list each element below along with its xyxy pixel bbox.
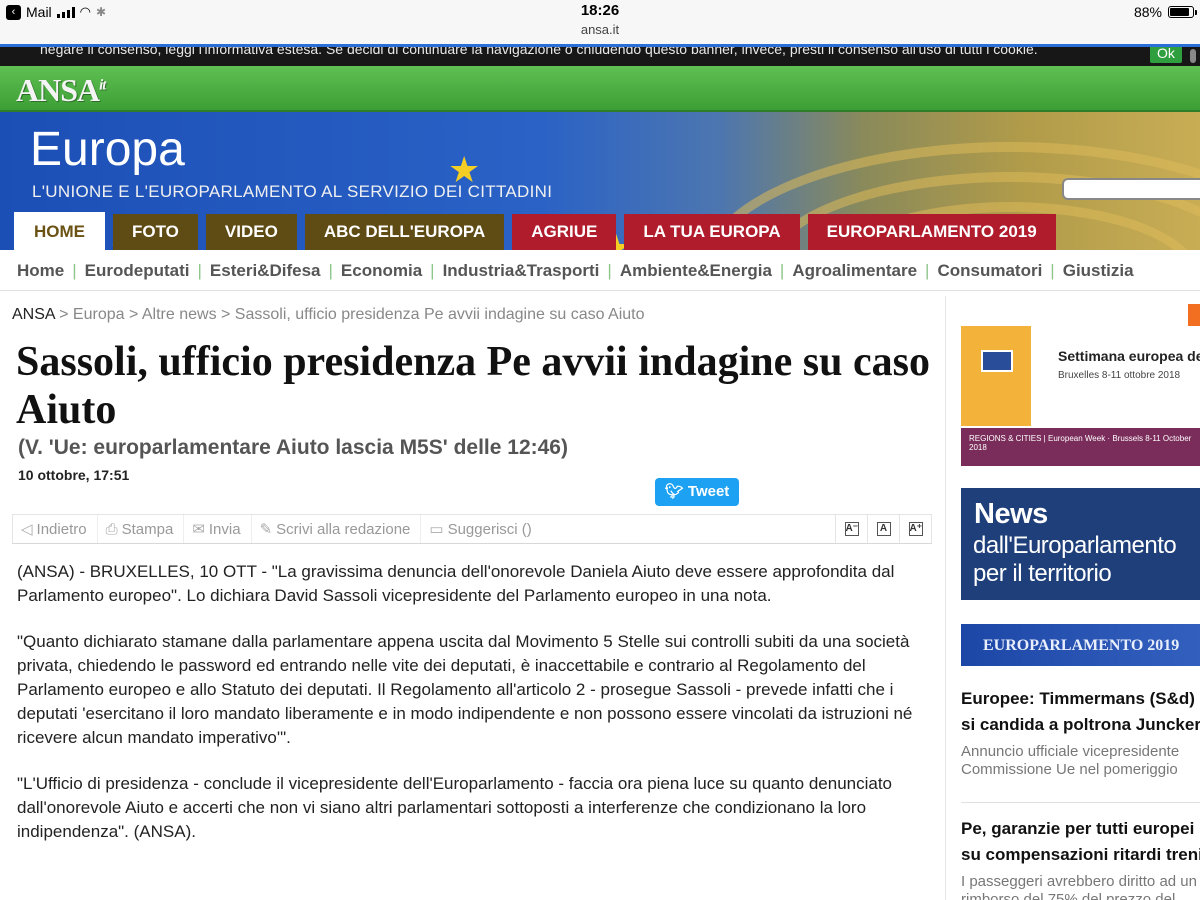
ad2-news: News <box>974 498 1048 530</box>
search-input[interactable] <box>1062 178 1200 200</box>
category-home[interactable]: Home <box>0 261 72 281</box>
envelope-icon: ✉ <box>192 521 205 538</box>
ad1-footer: REGIONS & CITIES | European Week · Bruss… <box>961 428 1200 466</box>
print-label: Stampa <box>121 520 174 538</box>
sidebar-news-title[interactable]: Europee: Timmermans (S&d) si candida a p… <box>961 686 1200 738</box>
banner-title: Europa <box>30 123 185 176</box>
article-headline: Sassoli, ufficio presidenza Pe avvii ind… <box>16 339 930 433</box>
sidebar-news-summary: I passeggeri avrebbero diritto ad un rim… <box>961 873 1197 900</box>
article-toolbar: ◁ Indietro ⎙ Stampa ✉ Invia ✎ Scrivi alla re… <box>12 514 932 544</box>
category-agroalimentare[interactable]: Agroalimentare <box>784 261 925 281</box>
speech-bubble-icon: ▭ <box>429 521 444 538</box>
article-paragraph: (ANSA) - BRUXELLES, 10 OTT - "La graviss… <box>17 562 895 605</box>
ad1-top: Settimana europea de Bruxelles 8-11 otto… <box>961 326 1200 428</box>
committee-regions-logo <box>961 326 1031 426</box>
breadcrumb-path[interactable]: > Europa > Altre news > Sassoli, ufficio… <box>55 306 644 323</box>
category-esteri-difesa[interactable]: Esteri&Difesa <box>202 261 329 281</box>
category-ambiente-energia[interactable]: Ambiente&Energia <box>612 261 780 281</box>
category-giustizia[interactable]: Giustizia <box>1055 261 1142 281</box>
category-consumatori[interactable]: Consumatori <box>929 261 1050 281</box>
tab-home[interactable]: HOME <box>14 212 105 250</box>
tab-foto[interactable]: FOTO <box>113 214 198 250</box>
cookie-text: negare il consenso, leggi l'informativa … <box>40 44 1038 57</box>
font-size-controls: A⁻ A A⁺ <box>835 515 931 543</box>
article-paragraph: "L'Ufficio di presidenza - conclude il v… <box>17 774 893 841</box>
status-bar: ‹ Mail ◠ ✱ 18:26 ansa.it 88% <box>0 0 1200 44</box>
ad-news-europarlamento[interactable]: News dall'Europarlamento per il territor… <box>961 488 1200 600</box>
font-increase-icon: A⁺ <box>908 522 923 536</box>
article-paragraph: "Quanto dichiarato stamane dalla parlame… <box>17 632 913 747</box>
suggest-label: Suggerisci () <box>447 520 532 538</box>
banner-subtitle: L'UNIONE E L'EUROPARLAMENTO AL SERVIZIO … <box>32 182 553 201</box>
font-decrease-button[interactable]: A⁻ <box>835 515 867 543</box>
sidebar-news-summary: Annuncio ufficiale vicepresidente Commis… <box>961 743 1180 778</box>
section-title: EUROPARLAMENTO 2019 <box>983 637 1180 654</box>
ad1-footer-text: REGIONS & CITIES | European Week · Bruss… <box>969 434 1192 452</box>
send-button[interactable]: ✉ Invia <box>184 515 252 543</box>
breadcrumb: ANSA > Europa > Altre news > Sassoli, uf… <box>12 306 645 324</box>
section-tabs: HOME FOTO VIDEO ABC DELL'EUROPA AGRIUE L… <box>14 212 1056 250</box>
ad2-line3: per il territorio <box>973 560 1112 587</box>
cookie-banner: negare il consenso, leggi l'informativa … <box>0 44 1200 66</box>
category-nav: Home | Eurodeputati | Esteri&Difesa | Econo… <box>0 252 1200 290</box>
sidebar-divider <box>961 802 1200 803</box>
printer-icon: ⎙ <box>105 520 118 538</box>
column-divider <box>945 296 946 900</box>
eu-flag-icon <box>981 350 1013 372</box>
sidebar-news-item[interactable]: Pe, garanzie per tutti europei su compen… <box>961 816 1200 900</box>
article-date: 10 ottobre, 17:51 <box>18 467 130 483</box>
cookie-scrollbar[interactable] <box>1190 49 1196 63</box>
article-subtitle[interactable]: (V. 'Ue: europarlamentare Aiuto lascia M… <box>18 436 568 460</box>
write-editor-button[interactable]: ✎ Scrivi alla redazione <box>252 515 422 543</box>
ad-european-week[interactable]: Settimana europea de Bruxelles 8-11 otto… <box>961 326 1200 466</box>
site-header: ANSAit <box>0 66 1200 112</box>
article-body: (ANSA) - BRUXELLES, 10 OTT - "La graviss… <box>17 560 929 866</box>
sidebar-news-title[interactable]: Pe, garanzie per tutti europei su compen… <box>961 816 1200 868</box>
print-button[interactable]: ⎙ Stampa <box>98 515 185 543</box>
category-eurodeputati[interactable]: Eurodeputati <box>77 261 198 281</box>
clock: 18:26 <box>580 2 620 19</box>
back-arrow-icon: ◁ <box>21 521 33 538</box>
category-economia[interactable]: Economia <box>333 261 430 281</box>
write-editor-label: Scrivi alla redazione <box>276 520 411 538</box>
tab-video[interactable]: VIDEO <box>205 214 297 250</box>
tab-la-tua-europa[interactable]: LA TUA EUROPA <box>624 214 800 250</box>
address-bar[interactable]: ansa.it <box>0 22 1200 37</box>
nav-divider <box>0 290 1200 291</box>
battery-percent: 88% <box>1133 4 1162 20</box>
pencil-icon: ✎ <box>259 521 273 538</box>
ansa-logo[interactable]: ANSAit <box>16 72 107 109</box>
send-label: Invia <box>208 520 241 538</box>
ad2-line2: dall'Europarlamento <box>973 532 1177 559</box>
category-industria-trasporti[interactable]: Industria&Trasporti <box>435 261 608 281</box>
font-decrease-icon: A⁻ <box>844 522 859 536</box>
tweet-label: Tweet <box>687 483 730 500</box>
back-label: Indietro <box>36 520 87 538</box>
tweet-button[interactable]: 🐦︎ Tweet <box>655 478 739 506</box>
logo-text: ANSA <box>16 72 100 108</box>
battery-icon <box>1168 6 1197 18</box>
ad1-title: Settimana europea de <box>1058 348 1200 364</box>
tab-agriue[interactable]: AGRIUE <box>512 214 617 250</box>
breadcrumb-root[interactable]: ANSA <box>12 306 55 323</box>
logo-suffix: it <box>99 77 106 94</box>
back-button[interactable]: ◁ Indietro <box>13 515 98 543</box>
battery-indicator: 88% <box>1133 4 1197 20</box>
twitter-bird-icon: 🐦︎ <box>664 483 688 500</box>
sidebar-news-item[interactable]: Europee: Timmermans (S&d) si candida a p… <box>961 686 1200 779</box>
europarlamento-section-header[interactable]: EUROPARLAMENTO 2019 <box>961 624 1200 666</box>
suggest-button[interactable]: ▭ Suggerisci () <box>421 515 541 543</box>
font-reset-icon: A <box>876 522 891 536</box>
cookie-ok-button[interactable]: Ok <box>1150 47 1182 63</box>
tab-europarlamento-2019[interactable]: EUROPARLAMENTO 2019 <box>807 214 1056 250</box>
ad1-date: Bruxelles 8-11 ottobre 2018 <box>1058 370 1181 381</box>
font-reset-button[interactable]: A <box>867 515 899 543</box>
font-increase-button[interactable]: A⁺ <box>899 515 931 543</box>
tab-abc-europa[interactable]: ABC DELL'EUROPA <box>304 214 505 250</box>
